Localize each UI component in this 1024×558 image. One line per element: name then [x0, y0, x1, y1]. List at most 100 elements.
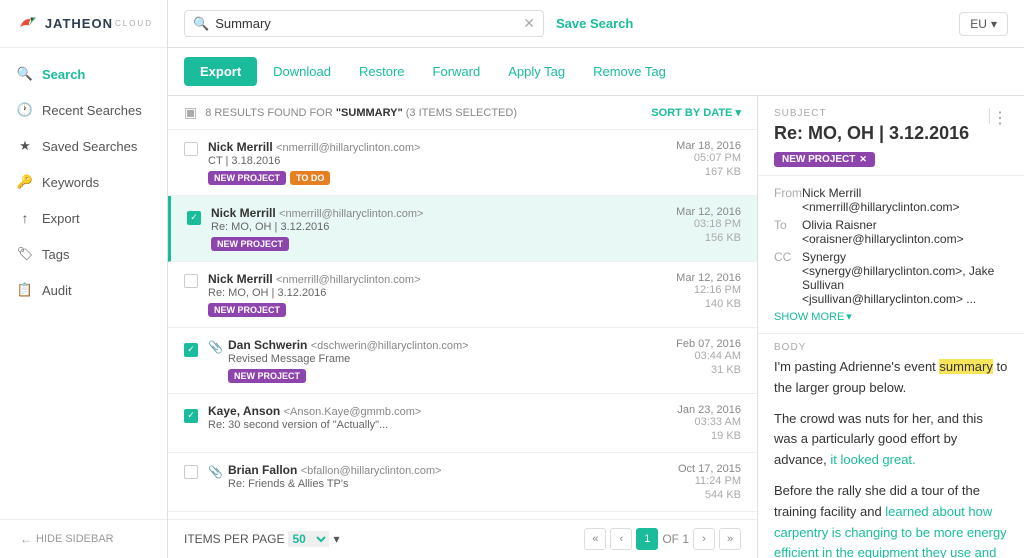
table-row[interactable]: Nick Merrill <nmerrill@hillaryclinton.co…	[168, 130, 757, 196]
first-page-button[interactable]: «	[584, 528, 606, 550]
table-row[interactable]: ✓ Kaye, Anson <Anson.Kaye@gmmb.com> Re: …	[168, 394, 757, 453]
table-row[interactable]: Nick Merrill <nmerrill@hillaryclinton.co…	[168, 262, 757, 328]
items-per-page-label: ITEMS PER PAGE	[184, 532, 284, 546]
eu-label: EU	[970, 17, 987, 31]
search-input[interactable]	[215, 16, 519, 31]
row-checkbox-2[interactable]: ✓	[187, 206, 211, 225]
new-project-tag: NEW PROJECT	[228, 369, 306, 383]
sidebar-item-tags-label: Tags	[42, 247, 69, 262]
email-subject-3: Re: MO, OH | 3.12.2016	[208, 287, 668, 299]
email-tags-3: NEW PROJECT	[208, 303, 668, 317]
search-icon: 🔍	[193, 16, 209, 32]
email-subject-6: Re: Friends & Allies TP's	[228, 478, 670, 490]
email-body-3: Nick Merrill <nmerrill@hillaryclinton.co…	[208, 272, 668, 317]
body-paragraph-1: I'm pasting Adrienne's event summary to …	[774, 357, 1008, 399]
row-checkbox-3[interactable]	[184, 272, 208, 291]
detail-subject: Re: MO, OH | 3.12.2016	[774, 123, 1008, 144]
sort-chevron-icon[interactable]: ▾	[735, 107, 741, 119]
row-checkbox-6[interactable]	[184, 463, 208, 482]
email-date-1: Mar 18, 2016	[676, 140, 741, 152]
sidebar-item-search[interactable]: 🔍 Search	[0, 56, 167, 92]
remove-tag-button[interactable]: Remove Tag	[581, 57, 678, 86]
sidebar-item-search-label: Search	[42, 67, 85, 82]
table-row[interactable]: John Podesta <john.podesta@gmail.com> Fw…	[168, 512, 757, 519]
to-label: To	[774, 218, 802, 232]
sidebar-item-recent-label: Recent Searches	[42, 103, 142, 118]
checkbox-icon	[184, 274, 198, 288]
arrow-left-icon: ←	[20, 532, 32, 546]
detail-meta: From Nick Merrill <nmerrill@hillaryclint…	[758, 176, 1024, 334]
show-more-label: SHOW MORE	[774, 311, 844, 323]
download-button[interactable]: Download	[261, 57, 343, 86]
save-search-button[interactable]: Save Search	[556, 16, 633, 31]
sidebar-item-export-label: Export	[42, 211, 80, 226]
email-date-4: Feb 07, 2016	[676, 338, 741, 350]
email-size-5: 19 KB	[677, 430, 741, 442]
email-from-1: Nick Merrill <nmerrill@hillaryclinton.co…	[208, 140, 668, 154]
hide-sidebar-label: HIDE SIDEBAR	[36, 533, 114, 545]
tag-close-icon[interactable]: ✕	[859, 154, 867, 165]
logo-icon	[14, 8, 39, 40]
meta-to-row: To Olivia Raisner <oraisner@hillaryclint…	[774, 218, 1008, 246]
sort-field[interactable]: DATE	[703, 107, 732, 119]
sort-label: SORT BY DATE ▾	[651, 106, 741, 119]
chevron-down-icon: ▾	[991, 17, 997, 31]
body-paragraph-3: Before the rally she did a tour of the t…	[774, 481, 1008, 558]
to-do-tag: TO DO	[290, 171, 330, 185]
search-nav-icon: 🔍	[16, 65, 34, 83]
list-footer: ITEMS PER PAGE 50 25 100 ▾ « ‹ 1 OF 1 › …	[168, 519, 757, 558]
restore-button[interactable]: Restore	[347, 57, 417, 86]
checkbox-icon: ✓	[184, 343, 198, 357]
email-list: ▣ 8 RESULTS FOUND FOR "SUMMARY" (3 ITEMS…	[168, 96, 758, 558]
table-row[interactable]: ✓ 📎 Dan Schwerin <dschwerin@hillaryclint…	[168, 328, 757, 394]
items-per-page-select[interactable]: 50 25 100	[288, 531, 329, 547]
search-clear-button[interactable]: ✕	[523, 15, 535, 32]
email-from-5: Kaye, Anson <Anson.Kaye@gmmb.com>	[208, 404, 669, 418]
page-number-1[interactable]: 1	[636, 528, 658, 550]
row-checkbox-1[interactable]	[184, 140, 208, 159]
apply-tag-button[interactable]: Apply Tag	[496, 57, 577, 86]
sidebar-item-audit[interactable]: 📋 Audit	[0, 272, 167, 308]
logo-area: JATHEON CLOUD	[0, 0, 167, 48]
email-tags-4: NEW PROJECT	[228, 369, 668, 383]
show-more-button[interactable]: SHOW MORE ▾	[774, 310, 1008, 323]
email-time-2: 03:18 PM	[676, 218, 741, 230]
detail-body: I'm pasting Adrienne's event summary to …	[758, 357, 1024, 558]
row-checkbox-4[interactable]: ✓	[184, 338, 208, 357]
email-from-2: Nick Merrill <nmerrill@hillaryclinton.co…	[211, 206, 668, 220]
topbar: 🔍 ✕ Save Search EU ▾	[168, 0, 1024, 48]
topbar-right: EU ▾	[959, 12, 1008, 36]
next-page-button[interactable]: ›	[693, 528, 715, 550]
email-body-5: Kaye, Anson <Anson.Kaye@gmmb.com> Re: 30…	[208, 404, 669, 435]
new-project-tag: NEW PROJECT	[211, 237, 289, 251]
select-all-checkbox[interactable]: ▣	[184, 104, 197, 121]
saved-searches-icon: ★	[16, 137, 34, 155]
sidebar-item-export[interactable]: ↑ Export	[0, 200, 167, 236]
email-body-2: Nick Merrill <nmerrill@hillaryclinton.co…	[211, 206, 668, 251]
cc-label: CC	[774, 250, 802, 264]
hide-sidebar-button[interactable]: ← HIDE SIDEBAR	[0, 519, 167, 558]
prev-page-button[interactable]: ‹	[610, 528, 632, 550]
email-size-3: 140 KB	[676, 298, 741, 310]
email-date-5: Jan 23, 2016	[677, 404, 741, 416]
audit-icon: 📋	[16, 281, 34, 299]
sidebar-item-recent-searches[interactable]: 🕐 Recent Searches	[0, 92, 167, 128]
table-row[interactable]: 📎 Brian Fallon <bfallon@hillaryclinton.c…	[168, 453, 757, 512]
email-items: Nick Merrill <nmerrill@hillaryclinton.co…	[168, 130, 757, 519]
sidebar-item-keywords[interactable]: 🔑 Keywords	[0, 164, 167, 200]
sidebar-item-saved-searches[interactable]: ★ Saved Searches	[0, 128, 167, 164]
eu-selector[interactable]: EU ▾	[959, 12, 1008, 36]
tag-label: NEW PROJECT	[782, 154, 855, 165]
export-nav-icon: ↑	[16, 209, 34, 227]
sidebar-item-tags[interactable]: 🏷 Tags	[0, 236, 167, 272]
last-page-button[interactable]: »	[719, 528, 741, 550]
checkbox-icon	[184, 142, 198, 156]
email-meta-4: Feb 07, 2016 03:44 AM 31 KB	[668, 338, 741, 376]
forward-button[interactable]: Forward	[421, 57, 493, 86]
more-options-button[interactable]: ⋮	[992, 108, 1008, 128]
email-meta-2: Mar 12, 2016 03:18 PM 156 KB	[668, 206, 741, 244]
table-row[interactable]: ✓ Nick Merrill <nmerrill@hillaryclinton.…	[168, 196, 757, 262]
email-size-1: 167 KB	[676, 166, 741, 178]
export-button[interactable]: Export	[184, 57, 257, 86]
row-checkbox-5[interactable]: ✓	[184, 404, 208, 423]
